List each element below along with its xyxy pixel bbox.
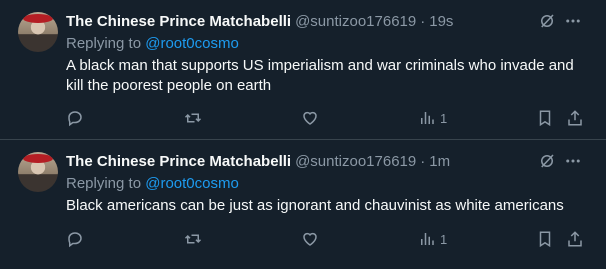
like-icon [303, 111, 317, 125]
separator-dot: · [420, 12, 426, 30]
retweet-button[interactable] [184, 229, 202, 249]
grok-icon[interactable] [538, 12, 556, 30]
replying-prefix: Replying to [66, 175, 142, 192]
tweet-text: A black man that supports US imperialism… [66, 57, 574, 94]
tweet-actions: 1 [66, 229, 596, 249]
share-button[interactable] [566, 108, 584, 128]
timestamp[interactable]: 19s [429, 13, 453, 30]
avatar[interactable] [18, 12, 58, 52]
share-icon [568, 231, 582, 247]
reply-icon [68, 111, 82, 127]
retweet-icon [184, 113, 202, 123]
author-handle[interactable]: @suntizoo176619 [295, 153, 416, 170]
avatar-hat [23, 154, 53, 163]
views-button[interactable]: 1 [418, 229, 447, 249]
tweet-text: Black americans can be just as ignorant … [66, 197, 564, 214]
tweet[interactable]: The Chinese Prince Matchabelli @suntizoo… [0, 0, 606, 140]
avatar-hat [23, 14, 53, 23]
author-name[interactable]: The Chinese Prince Matchabelli [66, 13, 291, 30]
more-icon[interactable] [564, 152, 582, 170]
retweet-button[interactable] [184, 108, 202, 128]
tweet-header: The Chinese Prince Matchabelli @suntizoo… [66, 151, 606, 171]
mention-link[interactable]: @root0cosmo [145, 35, 239, 52]
author-handle[interactable]: @suntizoo176619 [295, 13, 416, 30]
bookmark-button[interactable] [536, 108, 554, 128]
reply-button[interactable] [66, 108, 84, 128]
bookmark-icon [539, 110, 551, 127]
more-icon[interactable] [564, 12, 582, 30]
share-icon [568, 110, 582, 126]
reply-button[interactable] [66, 229, 84, 249]
timestamp[interactable]: 1m [429, 153, 450, 170]
reply-icon [68, 232, 82, 248]
tweet[interactable]: The Chinese Prince Matchabelli @suntizoo… [0, 140, 606, 269]
tweet-actions: 1 [66, 108, 596, 128]
like-button[interactable] [301, 108, 319, 128]
replying-prefix: Replying to [66, 35, 142, 52]
views-icon [421, 233, 434, 245]
views-count: 1 [440, 231, 448, 247]
retweet-icon [184, 234, 202, 244]
tweet-header: The Chinese Prince Matchabelli @suntizoo… [66, 11, 606, 31]
separator-dot: · [420, 152, 426, 170]
like-icon [303, 232, 317, 246]
like-button[interactable] [301, 229, 319, 249]
author-name[interactable]: The Chinese Prince Matchabelli [66, 153, 291, 170]
mention-link[interactable]: @root0cosmo [145, 175, 239, 192]
views-icon [421, 112, 434, 124]
bookmark-button[interactable] [536, 229, 554, 249]
replying-to: Replying to @root0cosmo [66, 175, 239, 192]
bookmark-icon [539, 231, 551, 248]
replying-to: Replying to @root0cosmo [66, 35, 239, 52]
grok-icon[interactable] [538, 152, 556, 170]
views-count: 1 [440, 110, 448, 126]
views-button[interactable]: 1 [418, 108, 447, 128]
share-button[interactable] [566, 229, 584, 249]
avatar[interactable] [18, 152, 58, 192]
